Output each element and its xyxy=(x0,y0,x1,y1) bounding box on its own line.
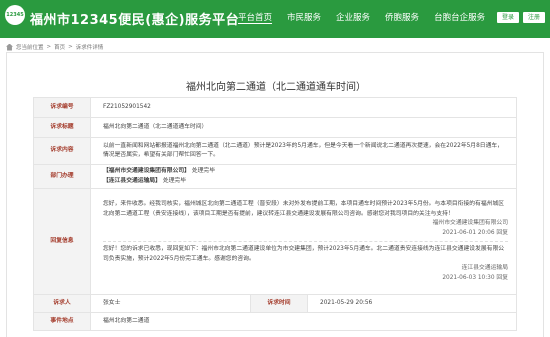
main-nav: 平台首页 市民服务 企业服务 侨胞服务 台胞台企服务 xyxy=(238,11,500,23)
submitter-label: 诉求人 xyxy=(33,294,91,313)
event-location: 福州北向第二通道 xyxy=(90,312,517,331)
table-row: 诉求标题 福州北向第二通道（北二通道通车时间） xyxy=(33,117,517,138)
submit-time: 2021-05-29 20:56 xyxy=(307,294,517,313)
breadcrumb-current: 诉求件详情 xyxy=(75,45,104,51)
nav-citizen-service[interactable]: 市民服务 xyxy=(287,11,321,23)
reply-item: 您好，来件收悉。经我司核实，福州城区北向第二通道工程（晋安段）未对外发布提前工期… xyxy=(103,199,508,239)
dept-item: 【连江县交通运输局】 处理完毕 xyxy=(103,177,508,187)
reply-text: 您好！您的诉求已收悉，现回复如下：福州市北向第二通道建设单位为市交建集团，预计2… xyxy=(103,246,505,262)
submit-time-label: 诉求时间 xyxy=(250,294,308,313)
breadcrumb-prefix: 您当前位置 xyxy=(16,45,44,51)
breadcrumb-home-link[interactable]: 首页 xyxy=(54,43,65,51)
table-row: 诉求编号 FZ21052901542 xyxy=(33,97,517,118)
dept-list: 【福州市交通建设集团有限公司】 处理完毕 【连江县交通运输局】 处理完毕 xyxy=(90,164,517,189)
table-row: 回复信息 您好，来件收悉。经我司核实，福州城区北向第二通道工程（晋安段）未对外发… xyxy=(33,188,517,295)
dept-status: 处理完毕 xyxy=(162,177,187,184)
nav-home[interactable]: 平台首页 xyxy=(238,11,272,23)
dept-label: 部门办理 xyxy=(33,164,91,189)
reply-label: 回复信息 xyxy=(33,188,91,295)
login-button[interactable]: 登录 xyxy=(497,12,519,23)
appeal-title: 福州北向第二通道（北二通道通车时间） xyxy=(90,117,517,138)
home-icon xyxy=(6,43,13,51)
breadcrumb-separator: > xyxy=(46,44,52,50)
dept-status: 处理完毕 xyxy=(191,168,216,174)
id-label: 诉求编号 xyxy=(33,97,91,118)
appeal-detail-table: 诉求编号 FZ21052901542 诉求标题 福州北向第二通道（北二通道通车时… xyxy=(33,97,517,331)
site-title[interactable]: 福州市12345便民(惠企)服务平台 xyxy=(30,9,239,28)
nav-overseas-chinese-service[interactable]: 侨胞服务 xyxy=(385,11,419,23)
page-title: 福州北向第二通道（北二通道通车时间） xyxy=(186,82,366,93)
table-row: 诉求内容 以前一直新闻和网站都报道福州北向第二通道（北二通道）预计是2023年的… xyxy=(33,137,517,165)
reply-text: 您好，来件收悉。经我司核实，福州城区北向第二通道工程（晋安段）未对外发布提前工期… xyxy=(103,201,505,217)
table-row: 部门办理 【福州市交通建设集团有限公司】 处理完毕 【连江县交通运输局】 处理完… xyxy=(33,164,517,189)
reply-time: 2021-06-01 20:06 回复 xyxy=(442,229,508,236)
site-logo[interactable]: 12345 xyxy=(5,5,25,25)
dept-name: 【福州市交通建设集团有限公司】 xyxy=(103,168,190,174)
appeal-id: FZ21052901542 xyxy=(90,97,517,118)
title-label: 诉求标题 xyxy=(33,117,91,138)
breadcrumb-separator: > xyxy=(68,44,73,50)
content-label: 诉求内容 xyxy=(33,137,91,165)
nav-taiwan-service[interactable]: 台胞台企服务 xyxy=(434,11,485,23)
reply-org: 福州市交通建设集团有限公司 xyxy=(432,220,508,226)
dept-name: 【连江县交通运输局】 xyxy=(103,177,161,184)
submitter-name: 张女士 xyxy=(90,294,251,313)
reply-time: 2021-06-03 10:30 回复 xyxy=(442,274,508,281)
table-row: 事件地点 福州北向第二通道 xyxy=(33,312,517,331)
detail-panel: 福州北向第二通道（北二通道通车时间） 诉求编号 FZ21052901542 诉求… xyxy=(6,52,544,337)
reply-org: 连江县交通运输局 xyxy=(461,265,508,271)
reply-divider xyxy=(103,241,508,242)
table-row: 诉求人 张女士 诉求时间 2021-05-29 20:56 xyxy=(33,294,517,313)
nav-enterprise-service[interactable]: 企业服务 xyxy=(336,11,370,23)
reply-list: 您好，来件收悉。经我司核实，福州城区北向第二通道工程（晋安段）未对外发布提前工期… xyxy=(90,188,517,295)
breadcrumb: 您当前位置 > 首页 > 诉求件详情 xyxy=(6,43,103,51)
reply-item: 您好！您的诉求已收悉，现回复如下：福州市北向第二通道建设单位为市交建集团，预计2… xyxy=(103,244,508,284)
dept-item: 【福州市交通建设集团有限公司】 处理完毕 xyxy=(103,167,508,177)
register-button[interactable]: 注册 xyxy=(523,12,545,23)
top-banner: 12345 福州市12345便民(惠企)服务平台 平台首页 市民服务 企业服务 … xyxy=(0,0,550,38)
location-label: 事件地点 xyxy=(33,312,91,331)
appeal-content: 以前一直新闻和网站都报道福州北向第二通道（北二通道）预计是2023年的5月通车，… xyxy=(90,137,517,165)
